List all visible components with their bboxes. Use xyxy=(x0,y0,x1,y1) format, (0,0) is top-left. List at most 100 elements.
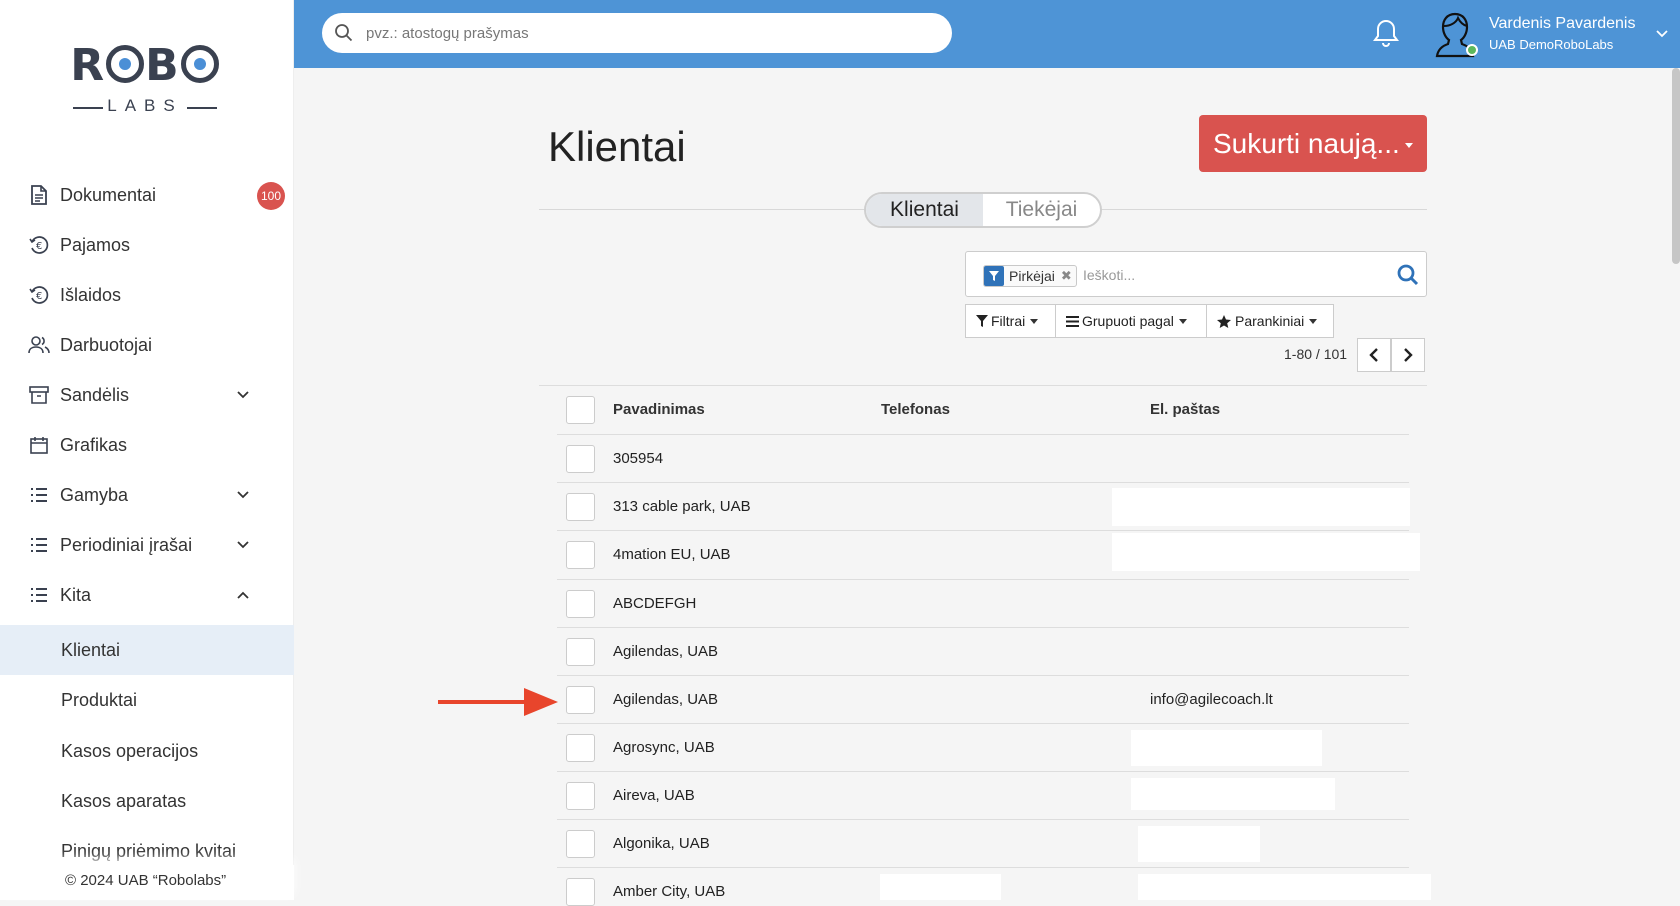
sidebar-subitem-klientai[interactable]: Klientai xyxy=(0,625,294,675)
global-search-input[interactable] xyxy=(364,23,924,43)
tab-klientai[interactable]: Klientai xyxy=(866,194,983,226)
svg-text:€: € xyxy=(36,291,42,302)
filter-icon xyxy=(984,266,1004,286)
sidebar-item-pajamos[interactable]: € Pajamos xyxy=(0,220,294,270)
chevron-down-icon[interactable] xyxy=(234,536,252,554)
svg-text:€: € xyxy=(36,241,42,252)
row-checkbox[interactable] xyxy=(566,830,595,858)
row-checkbox[interactable] xyxy=(566,493,595,521)
select-all-checkbox[interactable] xyxy=(566,396,595,424)
create-new-label: Sukurti naują... xyxy=(1213,127,1400,159)
favorites-button[interactable]: Parankiniai xyxy=(1206,304,1334,338)
avatar[interactable] xyxy=(1434,10,1478,58)
group-by-button[interactable]: Grupuoti pagal xyxy=(1055,304,1207,338)
page-scrollbar[interactable] xyxy=(1672,68,1680,264)
table-row[interactable]: Agilendas, UAB info@agilecoach.lt xyxy=(557,675,1409,723)
row-checkbox[interactable] xyxy=(566,734,595,762)
table-row[interactable]: Agilendas, UAB xyxy=(557,627,1409,675)
logo-subtitle: LABS xyxy=(70,96,220,116)
row-checkbox[interactable] xyxy=(566,541,595,569)
cell-name: 313 cable park, UAB xyxy=(613,498,751,515)
sidebar-item-dokumentai[interactable]: Dokumentai xyxy=(0,170,294,220)
user-name[interactable]: Vardenis Pavardenis xyxy=(1489,15,1635,33)
table-row[interactable]: Algonika, UAB xyxy=(557,819,1409,867)
sidebar-item-grafikas[interactable]: Grafikas xyxy=(0,420,294,470)
chevron-up-icon[interactable] xyxy=(234,586,252,604)
cell-name: Agilendas, UAB xyxy=(613,643,719,660)
sidebar-footer-copyright: © 2024 UAB “Robolabs” xyxy=(0,865,294,900)
chevron-down-icon[interactable] xyxy=(234,386,252,404)
list-icon xyxy=(28,534,50,556)
filters-button[interactable]: Filtrai xyxy=(965,304,1056,338)
sidebar-item-label: Kita xyxy=(60,584,92,605)
row-checkbox[interactable] xyxy=(566,590,595,618)
page-title: Klientai xyxy=(548,123,686,170)
chevron-down-icon[interactable] xyxy=(234,486,252,504)
chevron-right-icon xyxy=(1404,348,1413,362)
sidebar-subitem-kasos-operacijos[interactable]: Kasos operacijos xyxy=(0,726,294,776)
tab-tiekejai[interactable]: Tiekėjai xyxy=(983,194,1100,226)
bell-icon[interactable] xyxy=(1372,18,1400,48)
sidebar-item-label: Gamyba xyxy=(60,484,129,505)
list-search-input[interactable] xyxy=(1081,266,1381,284)
row-checkbox[interactable] xyxy=(566,686,595,714)
cell-name: Aireva, UAB xyxy=(613,787,695,804)
redacted-area xyxy=(1131,730,1322,766)
filter-icon xyxy=(976,315,988,327)
star-icon xyxy=(1217,314,1231,328)
archive-icon xyxy=(28,384,50,406)
cell-name: Agilendas, UAB xyxy=(613,691,719,708)
filter-chip-label: Pirkėjai xyxy=(1009,268,1055,284)
create-new-button[interactable]: Sukurti naują... xyxy=(1199,115,1427,172)
column-header-el-pastas[interactable]: El. paštas xyxy=(1150,401,1220,418)
chevron-left-icon xyxy=(1369,348,1378,362)
sidebar-item-sandelis[interactable]: Sandėlis xyxy=(0,370,294,420)
caret-down-icon xyxy=(1178,318,1187,324)
table-row[interactable]: 305954 xyxy=(557,434,1409,482)
list-icon xyxy=(28,584,50,606)
sidebar-subitem-produktai[interactable]: Produktai xyxy=(0,675,294,725)
cell-name: Amber City, UAB xyxy=(613,883,726,900)
remove-filter-icon[interactable]: ✖ xyxy=(1061,268,1072,284)
bars-icon xyxy=(1066,315,1079,327)
global-search[interactable] xyxy=(322,13,952,53)
sidebar-item-kita[interactable]: Kita xyxy=(0,570,294,620)
calendar-icon xyxy=(28,434,50,456)
caret-down-icon xyxy=(1405,143,1413,148)
sidebar-item-periodiniai-irasai[interactable]: Periodiniai įrašai xyxy=(0,520,294,570)
chevron-down-icon[interactable] xyxy=(1654,26,1670,42)
previous-page-button[interactable] xyxy=(1357,338,1391,372)
sidebar-item-islaidos[interactable]: € Išlaidos xyxy=(0,270,294,320)
documents-count-badge: 100 xyxy=(257,182,285,210)
pointer-arrow-annotation xyxy=(438,688,558,716)
search-icon[interactable] xyxy=(1396,263,1420,287)
sidebar-item-gamyba[interactable]: Gamyba xyxy=(0,470,294,520)
robolabs-logo[interactable]: RB LABS xyxy=(70,40,220,125)
favorites-label: Parankiniai xyxy=(1235,313,1305,329)
column-header-pavadinimas[interactable]: Pavadinimas xyxy=(613,401,705,418)
redacted-area xyxy=(1131,778,1335,810)
table-row[interactable]: ABCDEFGH xyxy=(557,579,1409,627)
sidebar-item-darbuotojai[interactable]: Darbuotojai xyxy=(0,320,294,370)
company-name[interactable]: UAB DemoRoboLabs xyxy=(1489,37,1613,52)
caret-down-icon xyxy=(1030,318,1039,324)
caret-down-icon xyxy=(1309,318,1318,324)
sidebar-subitem-kasos-aparatas[interactable]: Kasos aparatas xyxy=(0,776,294,826)
row-checkbox[interactable] xyxy=(566,878,595,906)
list-search-box: Pirkėjai ✖ xyxy=(965,251,1427,297)
redacted-area xyxy=(1112,488,1410,526)
redacted-area xyxy=(880,874,1001,900)
cell-name: Algonika, UAB xyxy=(613,835,710,852)
group-by-label: Grupuoti pagal xyxy=(1082,313,1174,329)
row-checkbox[interactable] xyxy=(566,638,595,666)
sidebar-item-label: Pajamos xyxy=(60,234,131,255)
redacted-area xyxy=(1138,874,1431,900)
users-icon xyxy=(28,334,50,356)
sidebar-item-label: Išlaidos xyxy=(60,284,122,305)
next-page-button[interactable] xyxy=(1391,338,1425,372)
row-checkbox[interactable] xyxy=(566,782,595,810)
column-header-telefonas[interactable]: Telefonas xyxy=(881,401,950,418)
client-supplier-switch: Klientai Tiekėjai xyxy=(864,192,1102,228)
row-checkbox[interactable] xyxy=(566,445,595,473)
document-icon xyxy=(28,184,50,206)
